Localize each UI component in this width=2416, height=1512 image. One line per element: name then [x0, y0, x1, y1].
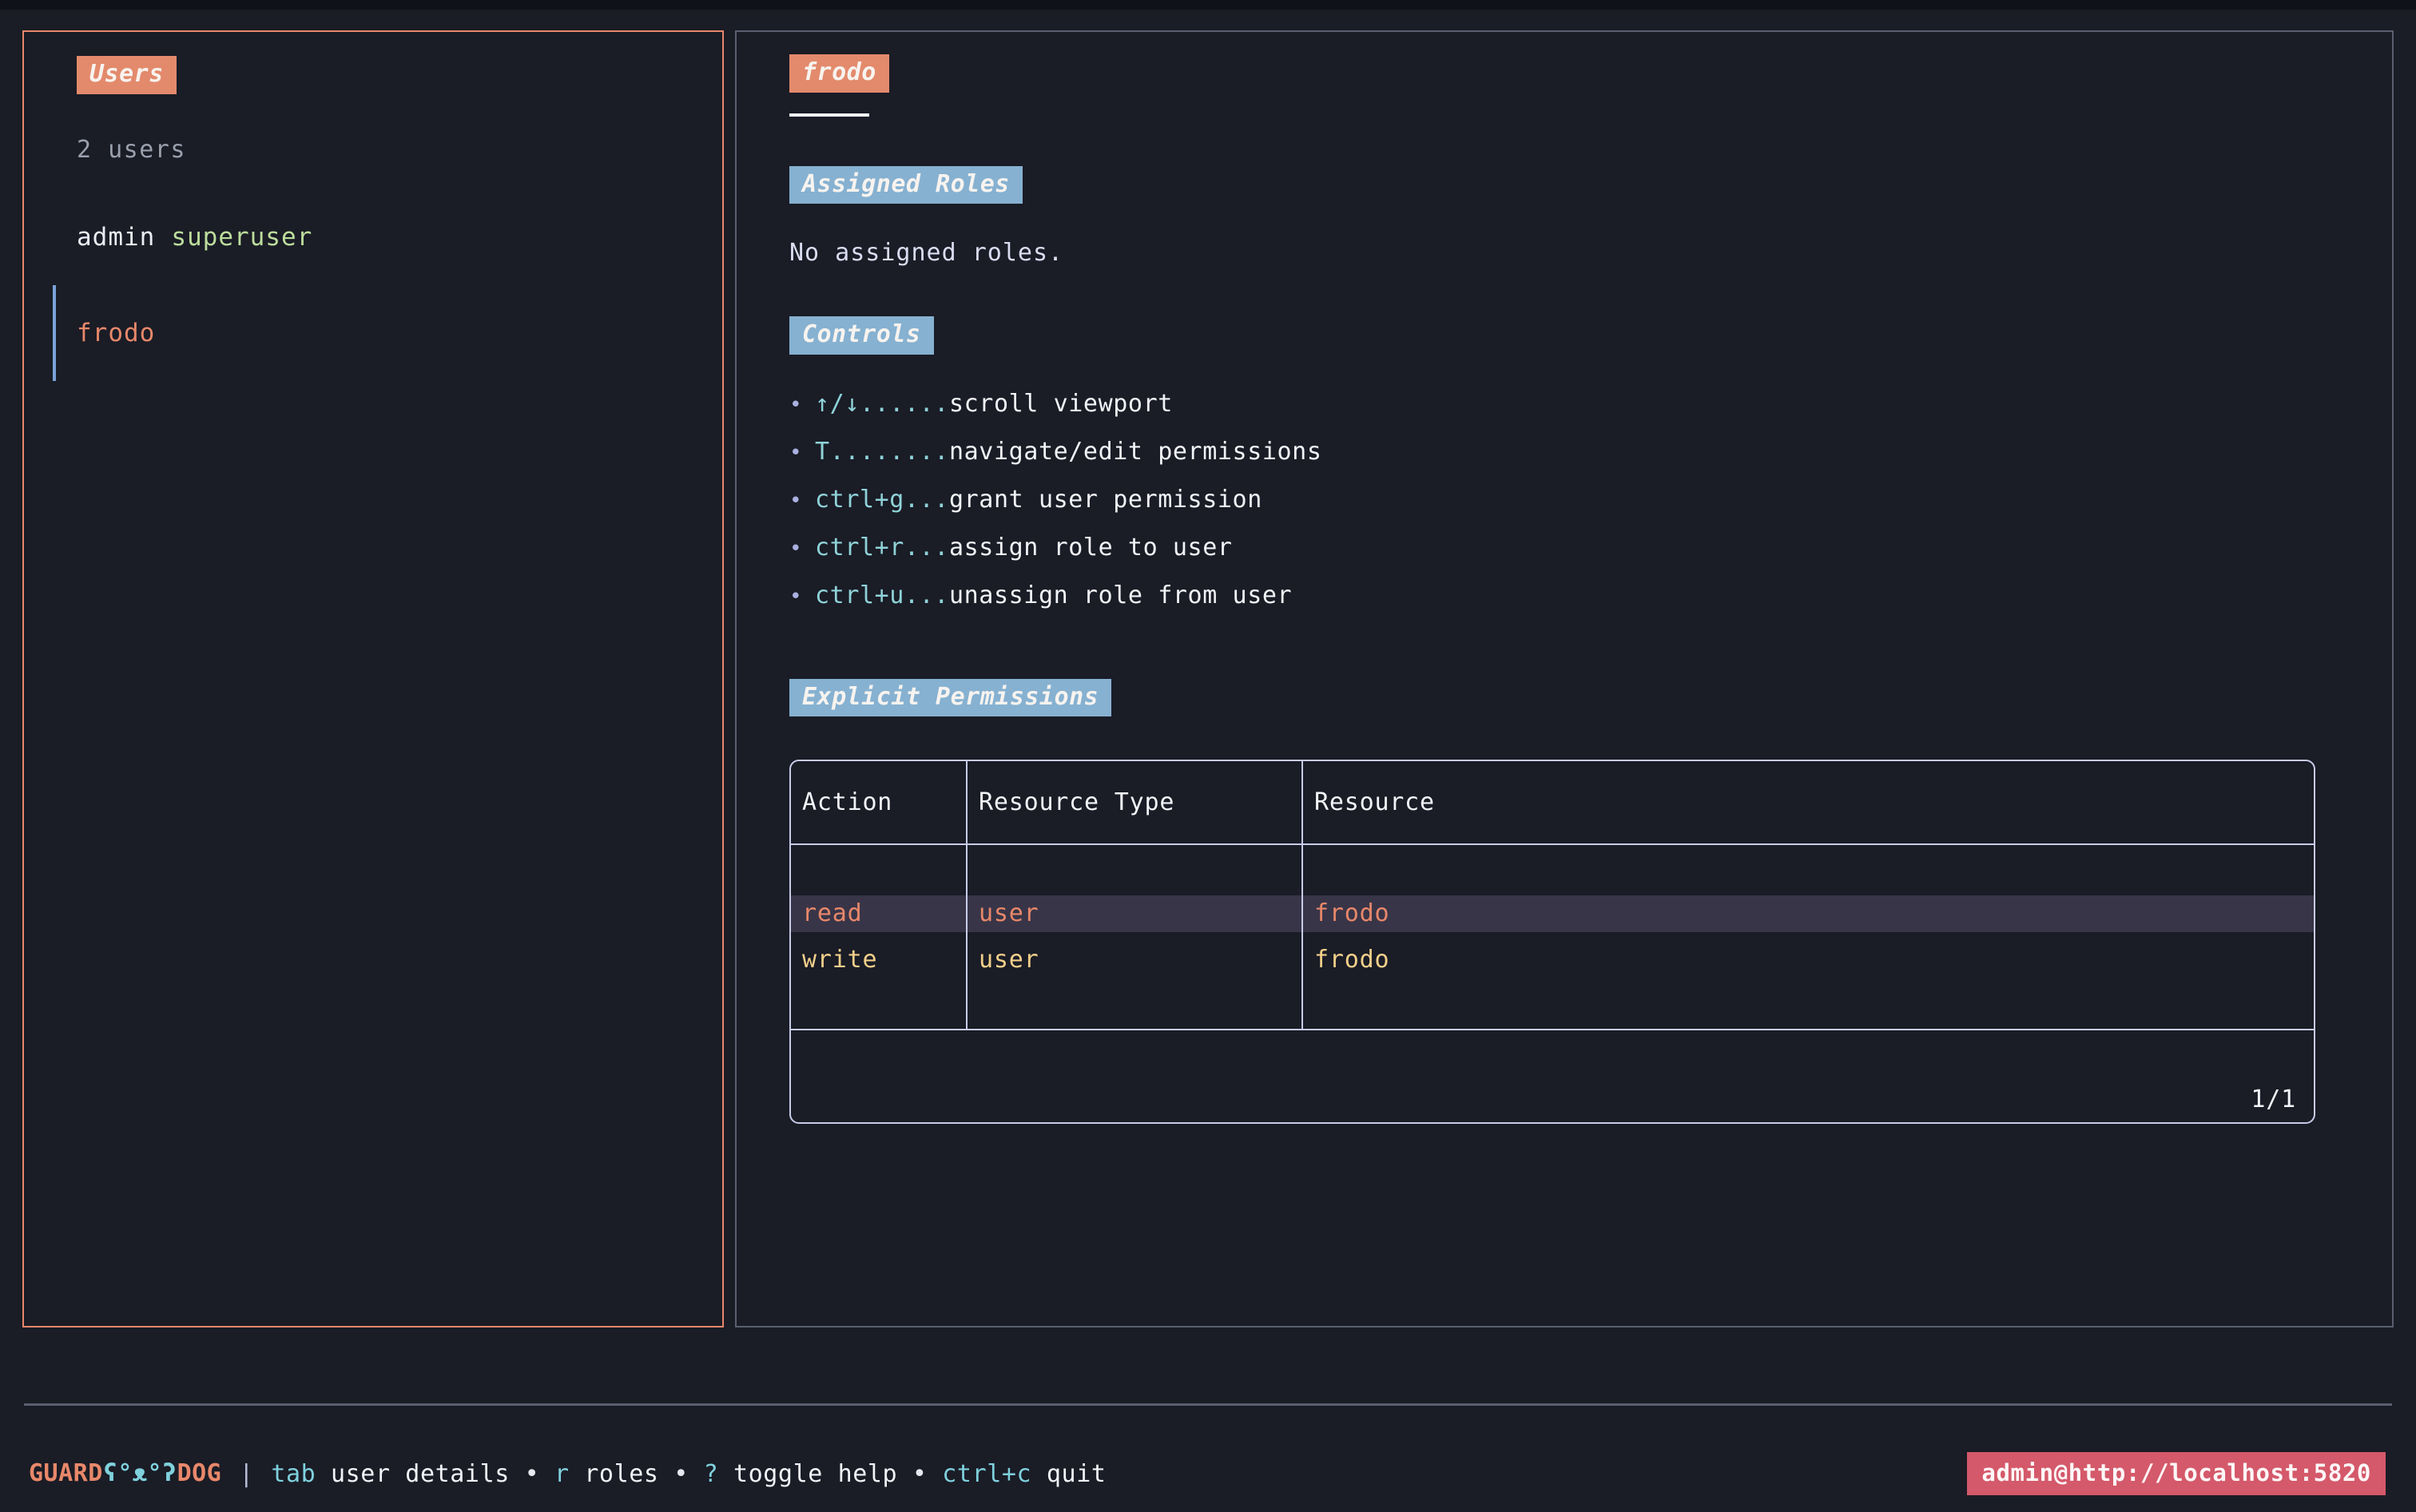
cell-resource-type: user: [968, 895, 1301, 932]
terminal-app-window: Users 2 users admin superuser frodo frod…: [0, 0, 2416, 1512]
user-list-item-admin[interactable]: admin superuser: [24, 189, 722, 285]
cell-resource: frodo: [1303, 942, 2314, 978]
users-panel-header: Users: [24, 32, 722, 94]
user-name: frodo: [77, 319, 155, 347]
users-count-label: 2 users: [77, 136, 722, 164]
user-role-tag: superuser: [171, 223, 312, 252]
control-key: T........: [815, 438, 949, 466]
control-key: ctrl+r...: [815, 534, 949, 562]
selection-indicator-bar: [53, 285, 56, 381]
control-desc: navigate/edit permissions: [949, 438, 1322, 466]
hint-key-roles[interactable]: r: [554, 1460, 570, 1488]
users-panel[interactable]: Users 2 users admin superuser frodo: [22, 30, 724, 1327]
table-bottom-padding-row: [791, 983, 2314, 1030]
table-header-row: Action Resource Type Resource: [791, 761, 2314, 844]
control-desc: grant user permission: [949, 486, 1262, 514]
hint-delimiter: •: [525, 1460, 540, 1488]
user-detail-panel[interactable]: frodo Assigned Roles No assigned roles. …: [735, 30, 2394, 1327]
table-footer-row: 1/1: [791, 1076, 2314, 1122]
bullet-icon: •: [789, 393, 815, 417]
column-header-action: Action: [791, 761, 967, 844]
control-hint-unassign-role: • ctrl+u... unassign role from user: [789, 581, 2392, 629]
hint-delimiter: •: [674, 1460, 689, 1488]
table-top-padding-row: [791, 844, 2314, 891]
keybinding-hints: tab user details • r roles • ? toggle he…: [271, 1460, 1106, 1488]
control-hint-assign-role: • ctrl+r... assign role to user: [789, 534, 2392, 581]
control-desc: unassign role from user: [949, 581, 1292, 609]
assigned-roles-heading: Assigned Roles: [789, 166, 1023, 204]
hint-desc-roles: roles: [570, 1460, 659, 1488]
control-hint-scroll: • ↑/↓...... scroll viewport: [789, 390, 2392, 438]
controls-heading: Controls: [789, 316, 934, 355]
top-strip: [0, 0, 2416, 10]
permissions-table[interactable]: Action Resource Type Resource read: [789, 760, 2315, 1124]
table-row[interactable]: read user frodo: [791, 891, 2314, 937]
connection-badge[interactable]: admin@http://localhost:5820: [1967, 1452, 2386, 1495]
control-hint-navigate: • T........ navigate/edit permissions: [789, 438, 2392, 486]
status-separator: |: [239, 1460, 253, 1488]
pagination-indicator: 1/1: [791, 1076, 2314, 1122]
main-body: Users 2 users admin superuser frodo frod…: [0, 30, 2416, 1327]
detail-page-title: frodo: [789, 54, 889, 93]
bullet-icon: •: [789, 441, 815, 465]
status-bar: GUARDʕ°ᴥ°ʔDOG | tab user details • r rol…: [0, 1450, 2416, 1498]
cell-resource-type: user: [968, 942, 1301, 978]
control-desc: assign role to user: [949, 534, 1233, 562]
control-key: ctrl+g...: [815, 486, 949, 514]
logo-prefix: GUARD: [29, 1459, 103, 1487]
bullet-icon: •: [789, 537, 815, 561]
control-desc: scroll viewport: [949, 390, 1173, 418]
cell-action: read: [791, 895, 966, 932]
users-panel-title: Users: [77, 56, 177, 94]
app-logo: GUARDʕ°ᴥ°ʔDOG: [29, 1459, 221, 1489]
status-bar-divider: [24, 1403, 2392, 1406]
cell-resource: frodo: [1303, 895, 2314, 932]
control-hint-grant: • ctrl+g... grant user permission: [789, 486, 2392, 534]
control-key: ↑/↓......: [815, 390, 949, 418]
detail-content: frodo Assigned Roles No assigned roles. …: [737, 32, 2392, 1124]
logo-suffix: DOG: [177, 1459, 222, 1487]
column-header-resource-type: Resource Type: [967, 761, 1302, 844]
hint-key-quit[interactable]: ctrl+c: [942, 1460, 1031, 1488]
hint-desc-help: toggle help: [718, 1460, 897, 1488]
hint-key-tab[interactable]: tab: [271, 1460, 316, 1488]
column-header-resource: Resource: [1302, 761, 2314, 844]
user-name: admin: [77, 223, 155, 252]
hint-delimiter: •: [912, 1460, 928, 1488]
cell-action: write: [791, 942, 966, 978]
bullet-icon: •: [789, 585, 815, 609]
table-body-rule: [791, 1030, 2314, 1076]
table-row[interactable]: write user frodo: [791, 937, 2314, 983]
hint-desc-quit: quit: [1031, 1460, 1106, 1488]
bullet-icon: •: [789, 489, 815, 513]
control-key: ctrl+u...: [815, 581, 949, 609]
hint-desc-tab: user details: [316, 1460, 510, 1488]
explicit-permissions-heading: Explicit Permissions: [789, 679, 1111, 717]
hint-key-help[interactable]: ?: [704, 1460, 719, 1488]
assigned-roles-empty-text: No assigned roles.: [789, 239, 2392, 267]
users-list: admin superuser frodo: [24, 189, 722, 381]
user-list-item-frodo[interactable]: frodo: [24, 285, 722, 381]
controls-list: • ↑/↓...... scroll viewport • T........ …: [789, 390, 2392, 629]
dog-face-icon: ʕ°ᴥ°ʔ: [103, 1459, 177, 1487]
